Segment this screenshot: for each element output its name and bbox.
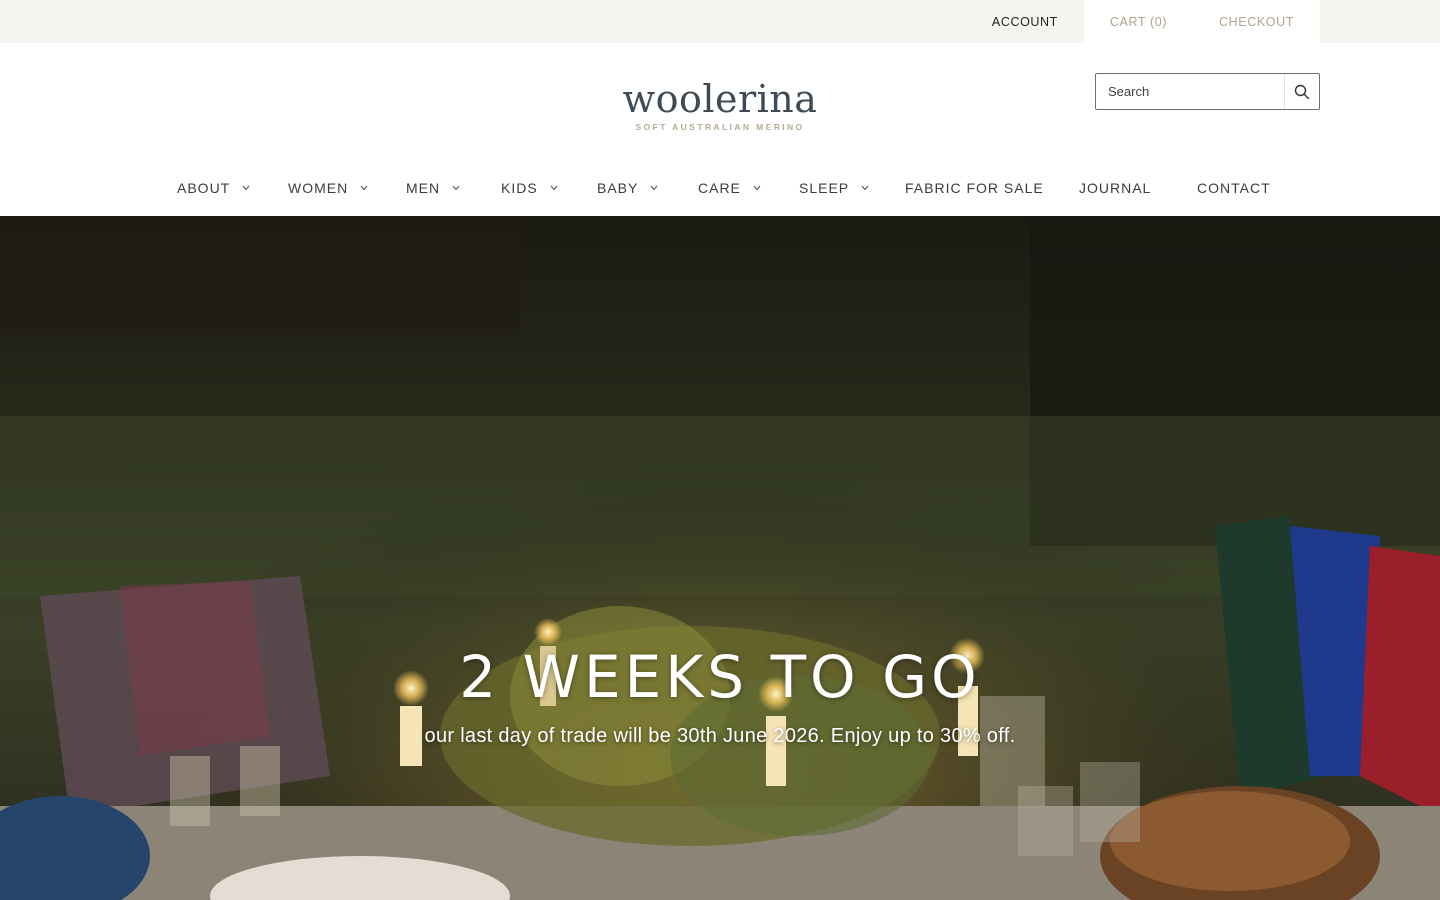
hero-title: 2 WEEKS TO GO [459,643,981,711]
search-icon [1294,84,1310,99]
search-box [1095,73,1320,110]
hero-subtitle: our last day of trade will be 30th June … [424,725,1016,747]
utility-bar: ACCOUNT CART (0) CHECKOUT [0,0,1440,43]
nav-item-sleep[interactable]: SLEEP [799,176,869,200]
hero-image [0,216,1440,900]
nav-item-label: CONTACT [1197,180,1271,196]
checkout-link[interactable]: CHECKOUT [1193,0,1320,43]
chevron-down-icon [861,184,869,192]
nav-item-about[interactable]: ABOUT [177,176,250,200]
chevron-down-icon [360,184,368,192]
nav-item-baby[interactable]: BABY [597,176,658,200]
chevron-down-icon [650,184,658,192]
utility-links: ACCOUNT CART (0) CHECKOUT [966,0,1320,43]
nav-item-kids[interactable]: KIDS [501,176,558,200]
nav-item-contact[interactable]: CONTACT [1197,176,1271,200]
chevron-down-icon [452,184,460,192]
chevron-down-icon [550,184,558,192]
nav-item-journal[interactable]: JOURNAL [1079,176,1151,200]
nav-item-label: FABRIC FOR SALE [905,180,1044,196]
hero-banner[interactable]: 2 WEEKS TO GO our last day of trade will… [0,216,1440,900]
nav-item-label: MEN [406,180,441,196]
cart-link[interactable]: CART (0) [1083,0,1194,43]
nav-item-men[interactable]: MEN [406,176,460,200]
logo-tagline: SOFT AUSTRALIAN MERINO [635,122,805,132]
logo[interactable]: woolerina SOFT AUSTRALIAN MERINO [620,77,820,137]
nav-item-label: CARE [698,180,741,196]
search-button[interactable] [1284,74,1319,109]
nav-item-label: ABOUT [177,180,231,196]
nav-item-label: WOMEN [288,180,349,196]
logo-wordmark: woolerina [622,77,818,121]
site-header: woolerina SOFT AUSTRALIAN MERINO ABOUT W… [0,43,1440,216]
nav-item-label: KIDS [501,180,538,196]
nav-item-women[interactable]: WOMEN [288,176,368,200]
search-input[interactable] [1096,74,1284,109]
nav-item-care[interactable]: CARE [698,176,761,200]
nav-item-label: SLEEP [799,180,850,196]
nav-item-fabric-for-sale[interactable]: FABRIC FOR SALE [905,176,1044,200]
nav-item-label: BABY [597,180,639,196]
nav-item-label: JOURNAL [1079,180,1152,196]
main-nav: ABOUT WOMEN MEN KIDS BABY CARE SLEEP FAB… [0,176,1440,204]
chevron-down-icon [753,184,761,192]
chevron-down-icon [242,184,250,192]
account-link[interactable]: ACCOUNT [966,0,1084,43]
